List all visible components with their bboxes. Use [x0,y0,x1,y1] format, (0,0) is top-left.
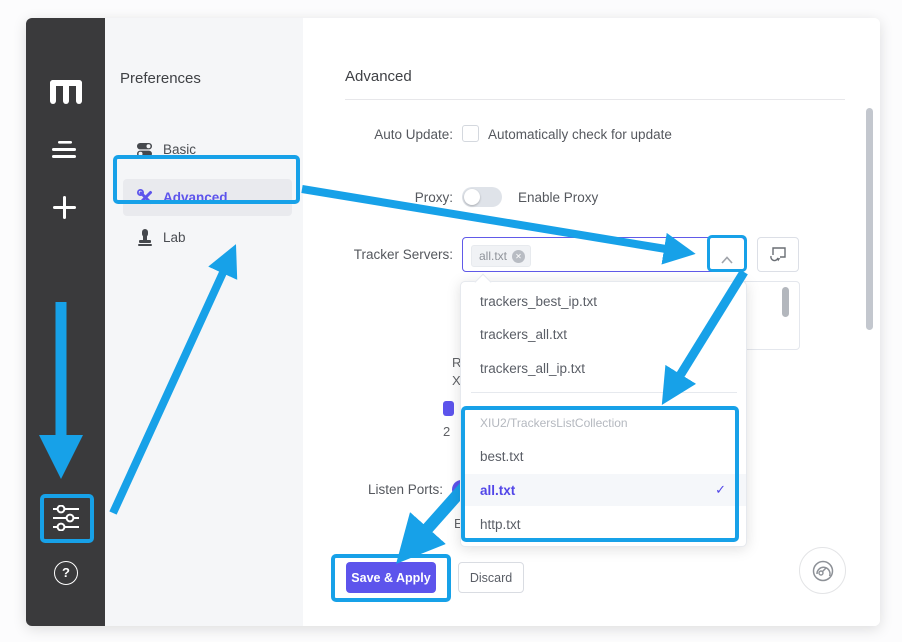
remove-tag-icon[interactable]: ✕ [512,250,525,263]
title-divider [345,99,845,100]
annotation-box-chevron [707,235,747,272]
dropdown-option[interactable]: trackers_best_ip.txt [461,285,746,318]
tracker-servers-label: Tracker Servers: [303,247,453,262]
auto-update-label: Auto Update: [303,127,453,142]
nav-item-lab-label: Lab [163,230,186,245]
help-icon[interactable]: ? [54,561,78,585]
speed-limit-button[interactable] [799,547,846,594]
page-title: Advanced [345,68,412,85]
motrix-logo-icon [50,80,82,109]
auto-update-checkbox-label: Automatically check for update [488,127,672,142]
tracker-select[interactable]: all.txt ✕ [462,237,745,272]
nav-item-lab[interactable]: Lab [137,226,297,250]
annotation-box-save [331,554,451,602]
auto-update-checkbox[interactable] [462,125,479,142]
gauge-icon [810,558,836,584]
help-glyph: ? [62,565,70,580]
listen-ports-label: Listen Ports: [293,482,443,497]
dropdown-option[interactable]: trackers_all.txt [461,318,746,351]
sync-icon [769,246,787,263]
proxy-toggle-label: Enable Proxy [518,190,598,205]
annotation-box-group [461,406,739,542]
annotation-box-advanced [113,155,300,204]
preferences-panel: Preferences Basic [105,18,303,626]
task-list-icon[interactable] [52,141,76,164]
textarea-scrollbar[interactable] [782,287,789,317]
option-label: trackers_all_ip.txt [480,361,585,376]
lab-stamp-icon [138,229,152,251]
sync-trackers-button[interactable] [757,237,799,272]
option-label: trackers_all.txt [480,327,567,342]
preferences-title: Preferences [120,70,201,87]
toggle-knob [464,189,480,205]
selected-tracker-tag: all.txt ✕ [471,245,531,267]
proxy-label: Proxy: [303,190,453,205]
hidden-checkbox-fragment [443,401,454,416]
discard-button[interactable]: Discard [458,562,524,593]
proxy-toggle[interactable] [462,187,502,207]
add-task-icon[interactable] [53,196,76,224]
screenshot-stage: ? Preferences Basic [0,0,902,642]
tag-label: all.txt [479,249,507,263]
page-scrollbar[interactable] [866,108,873,330]
hidden-text-fragment: 2 [443,424,450,439]
annotation-box-sliders [40,494,94,543]
option-label: trackers_best_ip.txt [480,294,597,309]
dropdown-option[interactable]: trackers_all_ip.txt [461,352,746,385]
app-window: ? Preferences Basic [26,18,880,626]
dropdown-divider [471,392,737,393]
